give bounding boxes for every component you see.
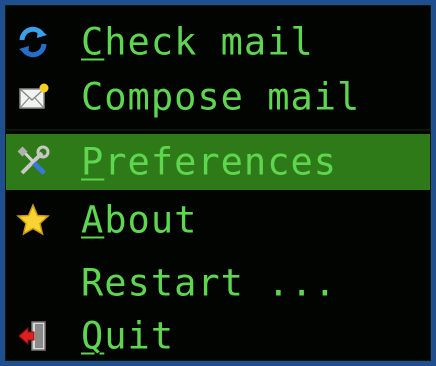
menu-item-label: About	[81, 198, 198, 242]
menu-item-label: Preferences	[81, 140, 338, 184]
menu-item-check-mail[interactable]: Check mail	[6, 14, 430, 70]
exit-icon	[16, 319, 50, 353]
refresh-icon	[16, 25, 50, 59]
tray-context-menu: Check mail Compose mail Preferences Abou…	[5, 5, 431, 361]
menu-item-label: Compose mail	[81, 75, 361, 119]
menu-item-preferences[interactable]: Preferences	[6, 134, 430, 190]
menu-item-label: Restart ...	[81, 261, 338, 305]
menu-item-label: Quit	[81, 314, 175, 358]
menu-item-restart[interactable]: Restart ...	[6, 255, 430, 311]
compose-mail-icon	[16, 80, 50, 114]
menu-item-quit[interactable]: Quit	[6, 308, 430, 364]
menu-item-label: Check mail	[81, 20, 314, 64]
menu-item-about[interactable]: About	[6, 192, 430, 248]
menu-item-compose-mail[interactable]: Compose mail	[6, 69, 430, 125]
tools-icon	[16, 145, 50, 179]
menu-separator	[6, 129, 430, 131]
star-icon	[16, 203, 50, 237]
